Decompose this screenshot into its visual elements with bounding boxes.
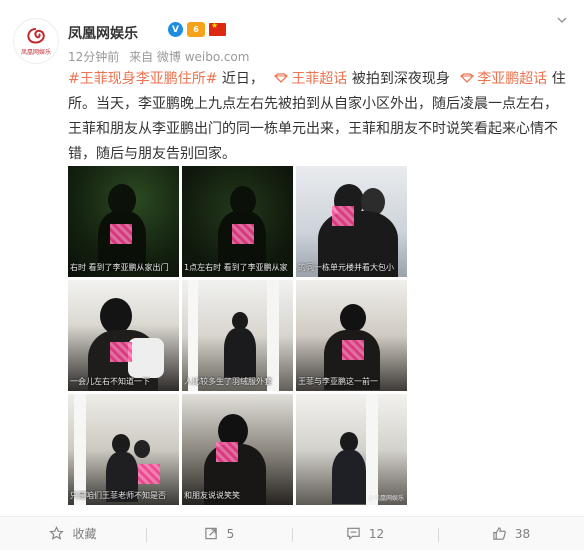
photo-thumbnail[interactable]: 只是咱们王菲老师不知是否 — [68, 394, 179, 505]
like-count: 38 — [514, 526, 531, 541]
photo-caption: 和朋友说说笑笑 — [184, 491, 240, 500]
like-button[interactable]: 38 — [438, 526, 584, 542]
photo-thumbnail[interactable]: @凤凰网娱乐 — [296, 394, 407, 505]
comment-icon — [347, 527, 360, 540]
photo-caption: 的同一栋单元楼并看大包小 — [298, 263, 394, 272]
post-source: 来自 微博 weibo.com — [129, 50, 250, 64]
post-text-segment: 近日， — [221, 71, 264, 87]
topic-link[interactable]: #王菲现身李亚鹏住所# — [68, 71, 217, 87]
super-topic-label: 王菲超话 — [291, 71, 348, 87]
phoenix-logo-icon — [27, 27, 45, 43]
repost-count: 5 — [226, 526, 235, 541]
photo-caption: 只是咱们王菲老师不知是否 — [70, 491, 166, 500]
post-content: #王菲现身李亚鹏住所# 近日， 王菲超话 被拍到深夜现身 李亚鹏超话 住所。当天… — [68, 67, 568, 167]
china-flag-icon — [209, 21, 226, 36]
photo-caption: 1点左右时 看到了李亚鹏从家 — [184, 263, 288, 272]
super-topic-label: 李亚鹏超话 — [477, 71, 548, 87]
post-time[interactable]: 12分钟前 — [68, 50, 119, 64]
photo-caption: 一会儿左右不知道一下 — [70, 377, 150, 386]
action-bar: 收藏 5 12 38 — [0, 516, 584, 550]
photo-thumbnail[interactable]: 一会儿左右不知道一下 — [68, 280, 179, 391]
photo-thumbnail[interactable]: 右时 看到了李亚鹏从家出门 — [68, 166, 179, 277]
comment-button[interactable]: 12 — [292, 526, 438, 542]
photo-thumbnail[interactable]: 1点左右时 看到了李亚鹏从家 — [182, 166, 293, 277]
comment-count: 12 — [368, 526, 385, 541]
photo-caption: 人比较多生了羽绒服外套 — [184, 377, 272, 386]
photo-caption: 王菲与李亚鹏这一前一 — [298, 377, 378, 386]
avatar[interactable]: 凤凰网娱乐 — [13, 18, 59, 64]
photo-caption: 右时 看到了李亚鹏从家出门 — [70, 263, 169, 272]
favorite-label: 收藏 — [72, 527, 97, 541]
thumbs-up-icon — [493, 527, 506, 540]
repost-button[interactable]: 5 — [146, 526, 292, 542]
super-topic-icon — [274, 73, 289, 83]
post-meta: 12分钟前 来自 微博 weibo.com — [68, 48, 255, 65]
photo-thumbnail[interactable]: 人比较多生了羽绒服外套 — [182, 280, 293, 391]
weibo-post-card: 凤凰网娱乐 凤凰网娱乐 V 6 12分钟前 来自 微博 weibo.com #王… — [0, 0, 584, 550]
super-topic-link-wangfei[interactable]: 王菲超话 — [268, 71, 347, 87]
super-topic-link-liyapeng[interactable]: 李亚鹏超话 — [454, 71, 547, 87]
vip-icon[interactable]: 6 — [187, 22, 205, 37]
photo-thumbnail[interactable]: 的同一栋单元楼并看大包小 — [296, 166, 407, 277]
photo-watermark: @凤凰网娱乐 — [367, 495, 404, 502]
avatar-label: 凤凰网娱乐 — [20, 48, 51, 56]
author-name[interactable]: 凤凰网娱乐 — [68, 23, 138, 43]
super-topic-icon — [460, 73, 475, 83]
user-badges: V 6 — [168, 21, 226, 37]
repost-icon — [204, 527, 217, 540]
star-icon — [49, 526, 65, 540]
verified-icon[interactable]: V — [168, 22, 183, 37]
photo-thumbnail[interactable]: 和朋友说说笑笑 — [182, 394, 293, 505]
photo-thumbnail[interactable]: 王菲与李亚鹏这一前一 — [296, 280, 407, 391]
favorite-button[interactable]: 收藏 — [0, 525, 146, 542]
photo-grid: 右时 看到了李亚鹏从家出门 1点左右时 看到了李亚鹏从家 的同一栋单元楼并看大包… — [68, 166, 408, 505]
post-text-segment: 被拍到深夜现身 — [351, 71, 450, 87]
chevron-down-icon[interactable] — [556, 14, 568, 26]
